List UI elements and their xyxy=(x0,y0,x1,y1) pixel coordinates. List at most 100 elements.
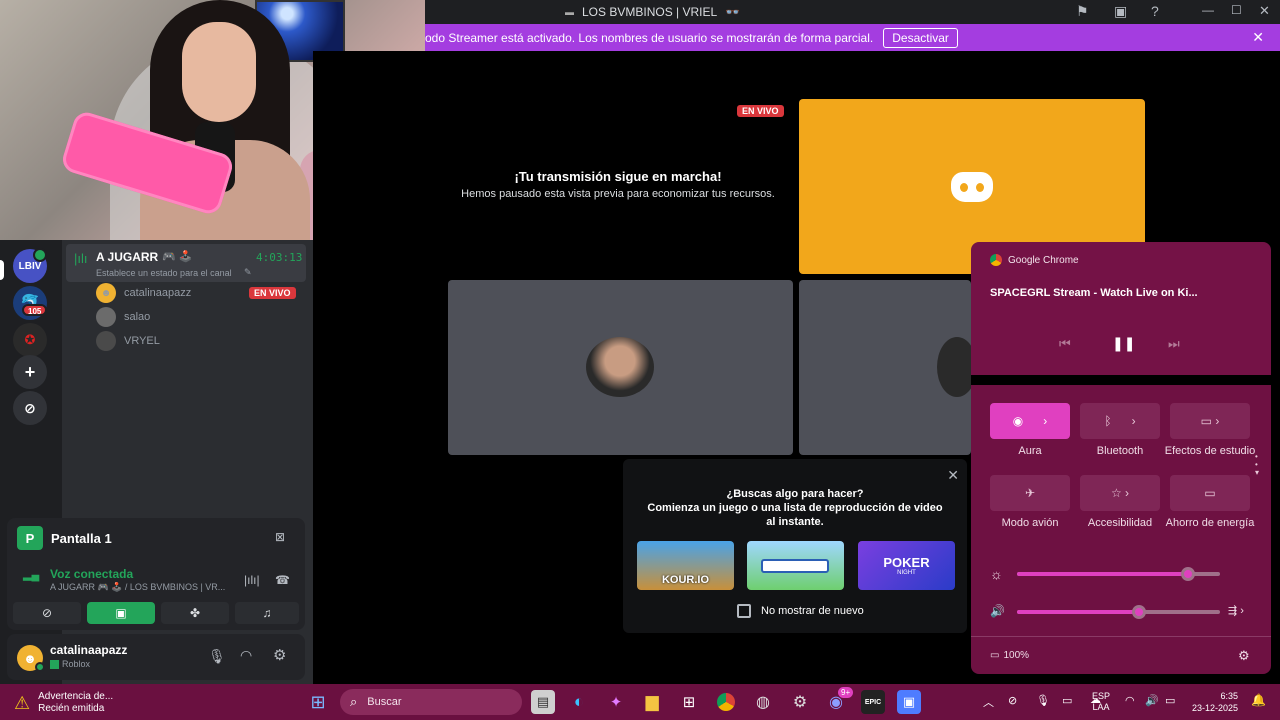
pause-icon[interactable]: ❚❚ xyxy=(1112,335,1135,352)
voice-status[interactable]: Voz conectada xyxy=(50,567,133,581)
close-window-icon[interactable]: ✕ xyxy=(1259,3,1270,19)
volume-icon[interactable]: 🔊 xyxy=(1145,694,1159,707)
slider-thumb[interactable] xyxy=(1180,567,1195,581)
help-icon[interactable]: ? xyxy=(1151,3,1159,19)
close-banner-icon[interactable]: ✕ xyxy=(1252,29,1264,46)
settings-icon[interactable]: ⚙ xyxy=(1238,648,1250,664)
headphones-icon[interactable]: ◠ xyxy=(240,647,252,664)
file-explorer-icon[interactable]: ▆ xyxy=(640,690,664,714)
edge-icon[interactable]: ◐ xyxy=(567,690,591,714)
chevron-right-icon[interactable]: › xyxy=(1132,414,1136,428)
battery-saver-label: Ahorro de energía xyxy=(1165,517,1255,529)
server-badge: 105 xyxy=(22,304,48,316)
brightness-slider[interactable] xyxy=(1017,567,1220,581)
channel-emojis: 🎮 🕹️ xyxy=(162,251,193,263)
voice-channel-item[interactable]: |ılı A JUGARR 🎮 🕹️ 4:03:13 Establece un … xyxy=(66,244,306,282)
window-titlebar: ▬ LOS BVMBINOS | VRIEL 👓 ⚑ ▣ ? — ☐ ✕ xyxy=(425,0,1280,24)
battery-saver-toggle[interactable]: ▭ xyxy=(1170,475,1250,511)
next-icon[interactable]: ⏭ xyxy=(1168,336,1180,352)
user-activity: Roblox xyxy=(50,659,90,669)
wifi-toggle[interactable]: ◉ › xyxy=(990,403,1070,439)
battery-icon[interactable]: ▭ xyxy=(1165,694,1175,707)
user-video-tile[interactable] xyxy=(799,280,971,455)
clock-date: 23-12-2025 xyxy=(1192,703,1239,713)
audio-output-icon[interactable]: ⇶ › xyxy=(1228,604,1244,617)
avatar: ☻ xyxy=(96,283,116,303)
page-dots[interactable]: • • ▾ xyxy=(1255,453,1259,477)
clock[interactable]: 6:35 23-12-2025 xyxy=(1192,690,1238,714)
search-box[interactable]: ⌕ Buscar xyxy=(340,689,522,715)
close-popup-icon[interactable]: ✕ xyxy=(947,467,959,484)
network-off-icon[interactable]: ⊘ xyxy=(1008,694,1017,707)
chevron-right-icon[interactable]: › xyxy=(1043,414,1047,428)
activity-text: ¿Buscas algo para hacer? Comienza un jue… xyxy=(623,487,967,529)
previous-icon[interactable]: ⏮ xyxy=(1059,336,1071,352)
camera-off-button[interactable]: ⊘ xyxy=(13,602,81,624)
voice-channel-path[interactable]: A JUGARR 🎮 🕹️ / LOS BVMBINOS | VR... xyxy=(50,582,225,593)
explore-button[interactable]: ⊘ xyxy=(13,391,47,425)
voice-user-1[interactable]: ☻ catalinaapazz xyxy=(96,283,191,303)
slider-thumb[interactable] xyxy=(1131,605,1146,619)
voice-wave-icon: |ılı xyxy=(74,251,88,266)
airplane-toggle[interactable]: ✈ xyxy=(990,475,1070,511)
wifi-icon[interactable]: ◠ xyxy=(1125,694,1135,707)
game-card-poker[interactable]: POKER NIGHT xyxy=(858,541,955,590)
user-status: Roblox xyxy=(62,659,91,669)
accessibility-toggle[interactable]: ☆ › xyxy=(1080,475,1160,511)
store-icon[interactable]: ⊞ xyxy=(677,690,701,714)
studio-effects-label: Efectos de estudio xyxy=(1164,445,1256,457)
disconnect-icon[interactable]: ☎ xyxy=(275,573,290,587)
minimize-icon[interactable]: — xyxy=(1202,3,1214,17)
noise-suppression-icon[interactable]: |ılı| xyxy=(244,573,260,587)
soundboard-button[interactable]: ♫ xyxy=(235,602,299,624)
flag-icon[interactable]: ⚑ xyxy=(1076,3,1089,20)
checkbox[interactable] xyxy=(737,604,751,618)
chevron-up-icon[interactable]: ︿ xyxy=(983,694,994,710)
chrome-icon[interactable] xyxy=(714,690,738,714)
language-indicator[interactable]: ESP LAA xyxy=(1092,691,1110,713)
airplane-label: Modo avión xyxy=(1001,517,1059,529)
bluetooth-toggle[interactable]: ᛒ › xyxy=(1080,403,1160,439)
activities-button[interactable]: ✤ xyxy=(161,602,229,624)
edit-icon[interactable]: ✎ xyxy=(244,267,252,278)
airplane-icon: ✈ xyxy=(1024,486,1036,500)
activity-question: ¿Buscas algo para hacer? xyxy=(726,488,864,500)
screen-title: Pantalla 1 xyxy=(51,531,112,546)
volume-slider[interactable] xyxy=(1017,605,1220,619)
dont-show-again[interactable]: No mostrar de nuevo xyxy=(737,604,864,618)
screen-share-button[interactable]: ▣ xyxy=(87,602,155,624)
settings-app-icon[interactable]: ⚙ xyxy=(788,690,812,714)
game-card-blocks[interactable] xyxy=(747,541,844,590)
mic-icon[interactable]: 🎙 xyxy=(208,648,226,665)
inbox-icon[interactable]: ▣ xyxy=(1114,3,1127,20)
channel-status-prompt[interactable]: Establece un estado para el canal xyxy=(96,268,232,278)
start-icon[interactable]: ⊞ xyxy=(306,690,330,714)
live-badge: EN VIVO xyxy=(737,105,784,117)
app-icon[interactable]: ▣ xyxy=(897,690,921,714)
stop-share-icon[interactable]: ⊠ xyxy=(275,530,285,544)
epic-games-icon[interactable]: EPIC xyxy=(861,690,885,714)
server-logo[interactable]: ✪ xyxy=(13,323,47,357)
game-icon xyxy=(50,659,59,669)
notifications-icon[interactable]: 🔔 xyxy=(1251,693,1266,707)
deactivate-button[interactable]: Desactivar xyxy=(883,27,958,48)
plus-icon: + xyxy=(24,361,36,382)
notification-title: Advertencia de... xyxy=(38,691,114,702)
volume-icon[interactable]: 🔊 xyxy=(990,604,1005,618)
add-server-button[interactable]: + xyxy=(13,355,47,389)
task-view-icon[interactable]: ▤ xyxy=(531,690,555,714)
maximize-icon[interactable]: ☐ xyxy=(1231,3,1242,17)
user-video-tile[interactable] xyxy=(448,280,793,455)
copilot-icon[interactable]: ✦ xyxy=(604,690,628,714)
settings-icon[interactable]: ⚙ xyxy=(273,646,286,664)
obs-icon[interactable]: ◍ xyxy=(751,690,775,714)
studio-effects-toggle[interactable]: ▭ › xyxy=(1170,403,1250,439)
screen-icon[interactable]: ▭ xyxy=(1062,694,1072,707)
taskbar: ⚠ Advertencia de... Recién emitida ⊞ ⌕ B… xyxy=(0,684,1280,720)
voice-user-2[interactable]: salao xyxy=(96,307,150,327)
battery-status[interactable]: ▭ 100% xyxy=(990,650,1029,661)
notification-widget[interactable]: ⚠ Advertencia de... Recién emitida xyxy=(14,691,113,715)
game-card-kour[interactable]: KOUR.IO xyxy=(637,541,734,590)
mic-icon[interactable]: 🎙 xyxy=(1036,694,1050,707)
voice-user-3[interactable]: VRYEL xyxy=(96,331,160,351)
